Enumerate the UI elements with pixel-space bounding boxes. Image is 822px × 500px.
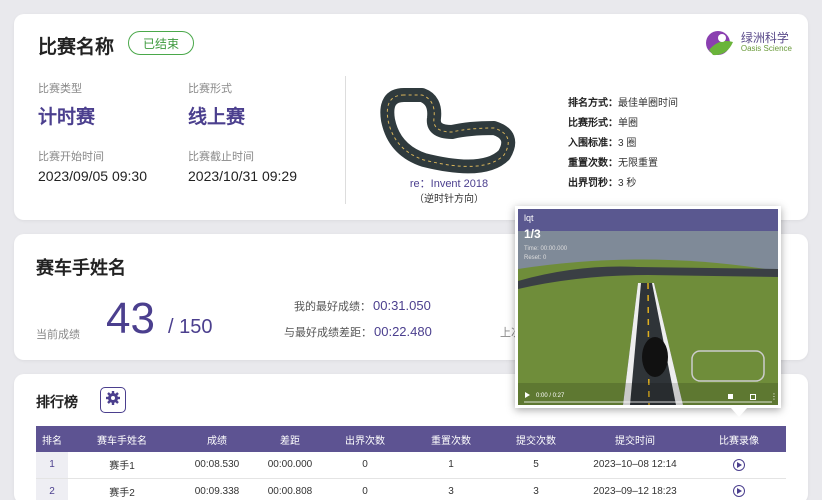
rule-ranking: 排名方式：最佳单圈时间 (568, 98, 678, 109)
leaderboard-table: 排名 赛车手姓名 成绩 差距 出界次数 重置次数 提交次数 提交时间 比赛录像 … (36, 426, 786, 500)
logo: 绿洲科学 Oasis Science (705, 28, 792, 58)
race-format-label: 比赛形式 (188, 83, 232, 95)
fullscreen-icon[interactable] (750, 394, 756, 400)
rule-qualify: 入围标准：3 圈 (568, 138, 637, 149)
cell-score: 00:08.530 (176, 452, 258, 479)
start-time-value: 2023/09/05 09:30 (38, 168, 147, 184)
cell-rank: 2 (36, 478, 68, 500)
divider (345, 76, 346, 204)
track-map (374, 80, 524, 180)
play-icon[interactable] (525, 392, 530, 398)
cell-resets: 3 (408, 478, 494, 500)
col-offtrack: 出界次数 (322, 426, 408, 452)
video-progress[interactable] (524, 401, 772, 403)
video-player[interactable]: lqt 1/3 Time: 00:00.000 Reset: 0 0:00 / … (518, 209, 778, 405)
col-submit-time: 提交时间 (578, 426, 692, 452)
col-video: 比赛录像 (692, 426, 786, 452)
race-format-value: 线上赛 (188, 107, 246, 128)
start-time-label: 比赛开始时间 (38, 151, 104, 163)
rule-format: 比赛形式：单圈 (568, 118, 638, 129)
oasis-logo-icon (705, 28, 735, 58)
cell-submit-time: 2023–10–08 12:14 (578, 452, 692, 479)
table-row: 2 赛手2 00:09.338 00:00.808 0 3 3 2023–09–… (36, 478, 786, 500)
video-time: 0:00 / 0:27 (536, 393, 565, 399)
gear-icon (105, 390, 121, 411)
video-popup: lqt 1/3 Time: 00:00.000 Reset: 0 0:00 / … (515, 206, 781, 417)
cell-submit-time: 2023–09–12 18:23 (578, 478, 692, 500)
cell-offtrack: 0 (322, 452, 408, 479)
cell-submissions: 5 (494, 452, 578, 479)
cell-rank: 1 (36, 452, 68, 479)
race-scene-image (518, 209, 778, 405)
col-gap: 差距 (258, 426, 322, 452)
cell-submissions: 3 (494, 478, 578, 500)
col-submissions: 提交次数 (494, 426, 578, 452)
cell-driver: 赛手2 (68, 478, 176, 500)
video-user: lqt (524, 213, 534, 223)
cell-video (692, 478, 786, 500)
race-type-value: 计时赛 (38, 107, 96, 128)
more-icon[interactable]: ⋮ (770, 393, 778, 401)
race-title: 比赛名称 (38, 37, 115, 58)
end-time-value: 2023/10/31 09:29 (188, 168, 297, 184)
video-meta: Time: 00:00.000 Reset: 0 (524, 246, 568, 261)
best-score-row: 我的最好成绩： 00:31.050 (294, 298, 431, 313)
cell-gap: 00:00.000 (258, 452, 322, 479)
track-direction: （逆时针方向） (414, 194, 484, 205)
leaderboard-title: 排行榜 (36, 394, 78, 410)
cell-offtrack: 0 (322, 478, 408, 500)
volume-icon[interactable] (728, 394, 733, 399)
total-count: / 150 (168, 316, 213, 338)
cell-score: 00:09.338 (176, 478, 258, 500)
play-icon[interactable] (733, 485, 745, 497)
settings-button[interactable] (100, 387, 126, 413)
current-score-label: 当前成绩 (36, 329, 80, 341)
col-driver: 赛车手姓名 (68, 426, 176, 452)
play-icon[interactable] (733, 458, 745, 471)
race-info-card: 比赛名称 已结束 绿洲科学 Oasis Science 比赛类型 计时赛 比赛形… (14, 14, 808, 220)
driver-name: 赛车手姓名 (36, 258, 126, 278)
table-row: 1 赛手1 00:08.530 00:00.000 0 1 5 2023–10–… (36, 452, 786, 479)
end-time-label: 比赛截止时间 (188, 151, 254, 163)
col-resets: 重置次数 (408, 426, 494, 452)
col-rank: 排名 (36, 426, 68, 452)
cell-gap: 00:00.808 (258, 478, 322, 500)
gap-score-row: 与最好成绩差距： 00:22.480 (284, 324, 432, 339)
rule-penalty: 出界罚秒：3 秒 (568, 178, 637, 189)
cell-resets: 1 (408, 452, 494, 479)
video-lap: 1/3 (524, 227, 541, 241)
status-badge: 已结束 (128, 31, 194, 55)
race-type-label: 比赛类型 (38, 83, 82, 95)
track-name: re：Invent 2018 (409, 178, 489, 190)
rule-resets: 重置次数：无限重置 (568, 158, 658, 169)
col-score: 成绩 (176, 426, 258, 452)
video-controls: 0:00 / 0:27 ⋮ (518, 383, 778, 405)
cell-driver: 赛手1 (68, 452, 176, 479)
current-rank: 43 (106, 294, 155, 343)
cell-video (692, 452, 786, 479)
logo-en-text: Oasis Science (740, 44, 792, 54)
